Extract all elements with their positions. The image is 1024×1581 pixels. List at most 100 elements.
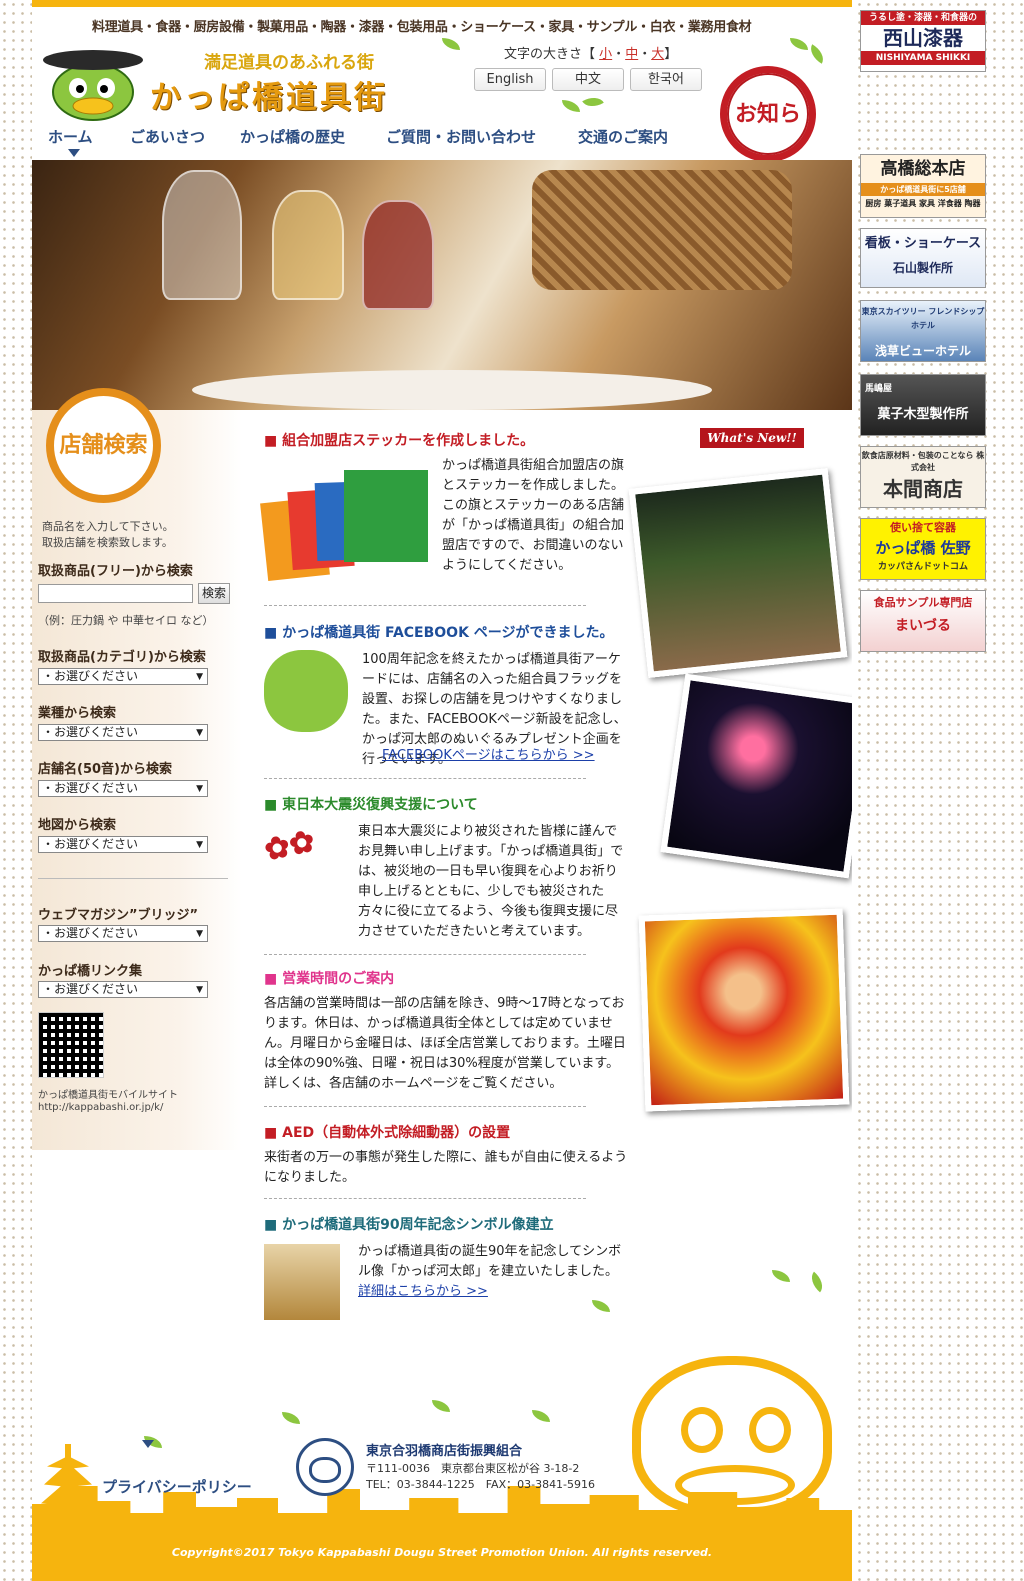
festival-photo-samba bbox=[638, 908, 850, 1112]
nav-contact[interactable]: ご質問・お問い合わせ bbox=[386, 126, 536, 147]
leaf-decoration bbox=[790, 38, 808, 50]
whats-new-badge: What's New!! bbox=[700, 428, 804, 448]
news-body-aed: 来街者の万一の事態が発生した際に、誰もが自由に使えるようになりました。 bbox=[264, 1150, 628, 1185]
news-title-statue[interactable]: かっぱ橋道具街90周年記念シンボル像建立 bbox=[264, 1214, 553, 1234]
ad-small-text: うるし塗・漆器・和食器の bbox=[861, 11, 985, 25]
ad-sub-text: カッパさんドットコム bbox=[877, 562, 968, 572]
ad-sub-text: かっぱ橋道具街に5店舗 bbox=[861, 183, 985, 196]
font-small-link[interactable]: 小 bbox=[599, 47, 612, 62]
leaf-decoration bbox=[282, 1412, 300, 1424]
lang-english-button[interactable]: English bbox=[474, 68, 546, 91]
map-select[interactable]: ・お選びください bbox=[38, 836, 208, 853]
festival-photo-fireworks bbox=[660, 673, 852, 879]
nav-greeting[interactable]: ごあいさつ bbox=[130, 126, 205, 147]
leaf-decoration bbox=[806, 44, 828, 64]
free-search-input[interactable] bbox=[38, 584, 193, 603]
category-select[interactable]: ・お選びください bbox=[38, 668, 208, 685]
festival-photo-tanabata bbox=[628, 468, 848, 678]
news-divider bbox=[264, 778, 586, 779]
ad-asakusa-view-hotel[interactable]: 東京スカイツリー フレンドシップホテル 浅草ビューホテル bbox=[860, 300, 986, 362]
ad-main-text: 西山漆器 bbox=[883, 26, 963, 50]
notice-badge[interactable]: お知らせ bbox=[720, 66, 816, 209]
ad-takahashi-sohonten[interactable]: 高橋総本店 かっぱ橋道具街に5店舗 厨房 菓子道具 家具 洋食器 陶器 bbox=[860, 154, 986, 218]
news-body-hours: 各店舗の営業時間は一部の店舗を除き、9時～17時となっております。休日は、かっぱ… bbox=[264, 996, 626, 1091]
main-column: 料理道具・食器・厨房設備・製菓用品・陶器・漆器・包装用品・ショーケース・家具・サ… bbox=[32, 0, 852, 1581]
news-title-facebook[interactable]: かっぱ橋道具街 FACEBOOK ページができました。 bbox=[264, 622, 613, 642]
news-title-earthquake[interactable]: 東日本大震災復興支援について bbox=[264, 794, 478, 814]
news-title-hours[interactable]: 営業時間のご案内 bbox=[264, 968, 394, 988]
statue-link-wrapper: 詳細はこちらから >> bbox=[358, 1282, 488, 1302]
ad-honma-shoten[interactable]: 飲食店原材料・包装のことなら 株式会社 本間商店 bbox=[860, 446, 986, 508]
store-search-sidebar: 商品名を入力して下さい。 取扱店舗を検索致します。 取扱商品(フリー)から検索 … bbox=[32, 410, 242, 1150]
privacy-policy-link[interactable]: プライバシーポリシー bbox=[102, 1476, 252, 1497]
lang-korean-button[interactable]: 한국어 bbox=[630, 68, 702, 91]
top-accent-bar bbox=[32, 0, 852, 7]
union-address: 〒111-0036 東京都台東区松が谷 3-18-2 bbox=[366, 1462, 580, 1475]
search-button[interactable]: 検索 bbox=[198, 583, 230, 604]
nav-home[interactable]: ホーム bbox=[48, 126, 93, 147]
industry-search-label: 業種から検索 bbox=[38, 706, 117, 721]
ad-small-text: 馬嶋屋 bbox=[865, 384, 893, 394]
ad-sub-text: まいづる bbox=[895, 618, 951, 634]
kana-search-label: 店舗名(50音)から検索 bbox=[38, 762, 172, 777]
mobile-site-url[interactable]: http://kappabashi.or.jp/k/ bbox=[38, 1102, 163, 1113]
privacy-arrow-icon bbox=[142, 1440, 154, 1448]
news-title-aed[interactable]: AED（自動体外式除細動器）の設置 bbox=[264, 1122, 510, 1142]
bread-basket bbox=[532, 170, 792, 290]
industry-select[interactable]: ・お選びください bbox=[38, 724, 208, 741]
ad-main-text: 看板・ショーケース bbox=[864, 236, 982, 251]
news-title-sticker[interactable]: 組合加盟店ステッカーを作成しました。 bbox=[264, 430, 534, 450]
font-size-label: 文字の大きさ【 bbox=[504, 47, 596, 62]
kappa-plush-image bbox=[264, 650, 348, 732]
links-select[interactable]: ・お選びください bbox=[38, 981, 208, 998]
news-divider bbox=[264, 1198, 586, 1199]
lang-chinese-button[interactable]: 中文 bbox=[552, 68, 624, 91]
ad-kashi-kigata[interactable]: 馬嶋屋 菓子木型製作所 bbox=[860, 374, 986, 436]
news-divider bbox=[264, 1106, 586, 1107]
mobile-qr-code bbox=[38, 1012, 104, 1078]
font-size-switcher: 文字の大きさ【 小・中・大】 bbox=[504, 47, 678, 62]
sidebar-divider bbox=[38, 878, 228, 879]
free-search-label: 取扱商品(フリー)から検索 bbox=[38, 564, 193, 579]
leaf-decoration bbox=[432, 1400, 450, 1412]
ad-main-text: 高橋総本店 bbox=[880, 159, 966, 179]
wine-glass bbox=[362, 200, 434, 310]
ad-sub-text: NISHIYAMA SHIKKI bbox=[861, 51, 985, 65]
category-list: 料理道具・食器・厨房設備・製菓用品・陶器・漆器・包装用品・ショーケース・家具・サ… bbox=[92, 20, 752, 35]
kappa-mascot-logo[interactable] bbox=[38, 40, 148, 122]
nav-access[interactable]: 交通のご案内 bbox=[578, 126, 668, 147]
statue-image bbox=[264, 1244, 340, 1320]
font-medium-link[interactable]: 中 bbox=[625, 47, 638, 62]
leaf-decoration bbox=[806, 1271, 828, 1293]
leaf-decoration bbox=[562, 100, 580, 112]
wine-glass bbox=[162, 170, 242, 300]
ad-kappabashi-sano[interactable]: 使い捨て容器 かっぱ橋 佐野 カッパさんドットコム bbox=[860, 518, 986, 580]
nav-history[interactable]: かっぱ橋の歴史 bbox=[240, 126, 345, 147]
union-name: 東京合羽橋商店街振興組合 bbox=[366, 1444, 523, 1459]
ad-ishiyama[interactable]: 看板・ショーケース 石山製作所 bbox=[860, 228, 986, 288]
font-large-link[interactable]: 大 bbox=[651, 47, 664, 62]
news-divider bbox=[264, 954, 586, 955]
news-body-earthquake: 東日本大震災により被災された皆様に謹んでお見舞い申し上げます。「かっぱ橋道具街」… bbox=[358, 824, 624, 939]
magazine-select[interactable]: ・お選びください bbox=[38, 925, 208, 942]
ad-sub2-text: 厨房 菓子道具 家具 洋食器 陶器 bbox=[865, 199, 981, 208]
ad-nishiyama-shikki[interactable]: うるし塗・漆器・和食器の 西山漆器 NISHIYAMA SHIKKI bbox=[860, 10, 986, 72]
site-title[interactable]: かっぱ橋道具街 bbox=[150, 72, 388, 117]
plate bbox=[192, 370, 712, 410]
ad-maizuru[interactable]: 食品サンプル専門店 まいづる bbox=[860, 590, 986, 652]
links-label: かっぱ橋リンク集 bbox=[38, 964, 143, 979]
leaf-decoration bbox=[592, 1300, 610, 1312]
store-search-title: 店舗検索 bbox=[46, 388, 161, 503]
copyright: Copyright©2017 Tokyo Kappabashi Dougu St… bbox=[32, 1540, 852, 1581]
facebook-page-link[interactable]: FACEBOOKページはこちらから >> bbox=[382, 748, 595, 763]
statue-detail-link[interactable]: 詳細はこちらから >> bbox=[358, 1284, 488, 1299]
site-tagline: 満足道具のあふれる街 bbox=[204, 53, 374, 73]
main-nav: ホーム ごあいさつ かっぱ橋の歴史 ご質問・お問い合わせ 交通のご案内 bbox=[46, 126, 706, 150]
kana-select[interactable]: ・お選びください bbox=[38, 780, 208, 797]
search-intro-1: 商品名を入力して下さい。 bbox=[42, 520, 174, 533]
ad-main-text: 菓子木型製作所 bbox=[877, 407, 969, 422]
leaf-decoration bbox=[772, 1270, 790, 1282]
news-body-statue: かっぱ橋道具街の誕生90年を記念してシンボル像「かっぱ河太郎」を建立いたしました… bbox=[358, 1244, 622, 1279]
wine-glass bbox=[272, 190, 344, 300]
ad-main-text: 本間商店 bbox=[883, 477, 963, 501]
